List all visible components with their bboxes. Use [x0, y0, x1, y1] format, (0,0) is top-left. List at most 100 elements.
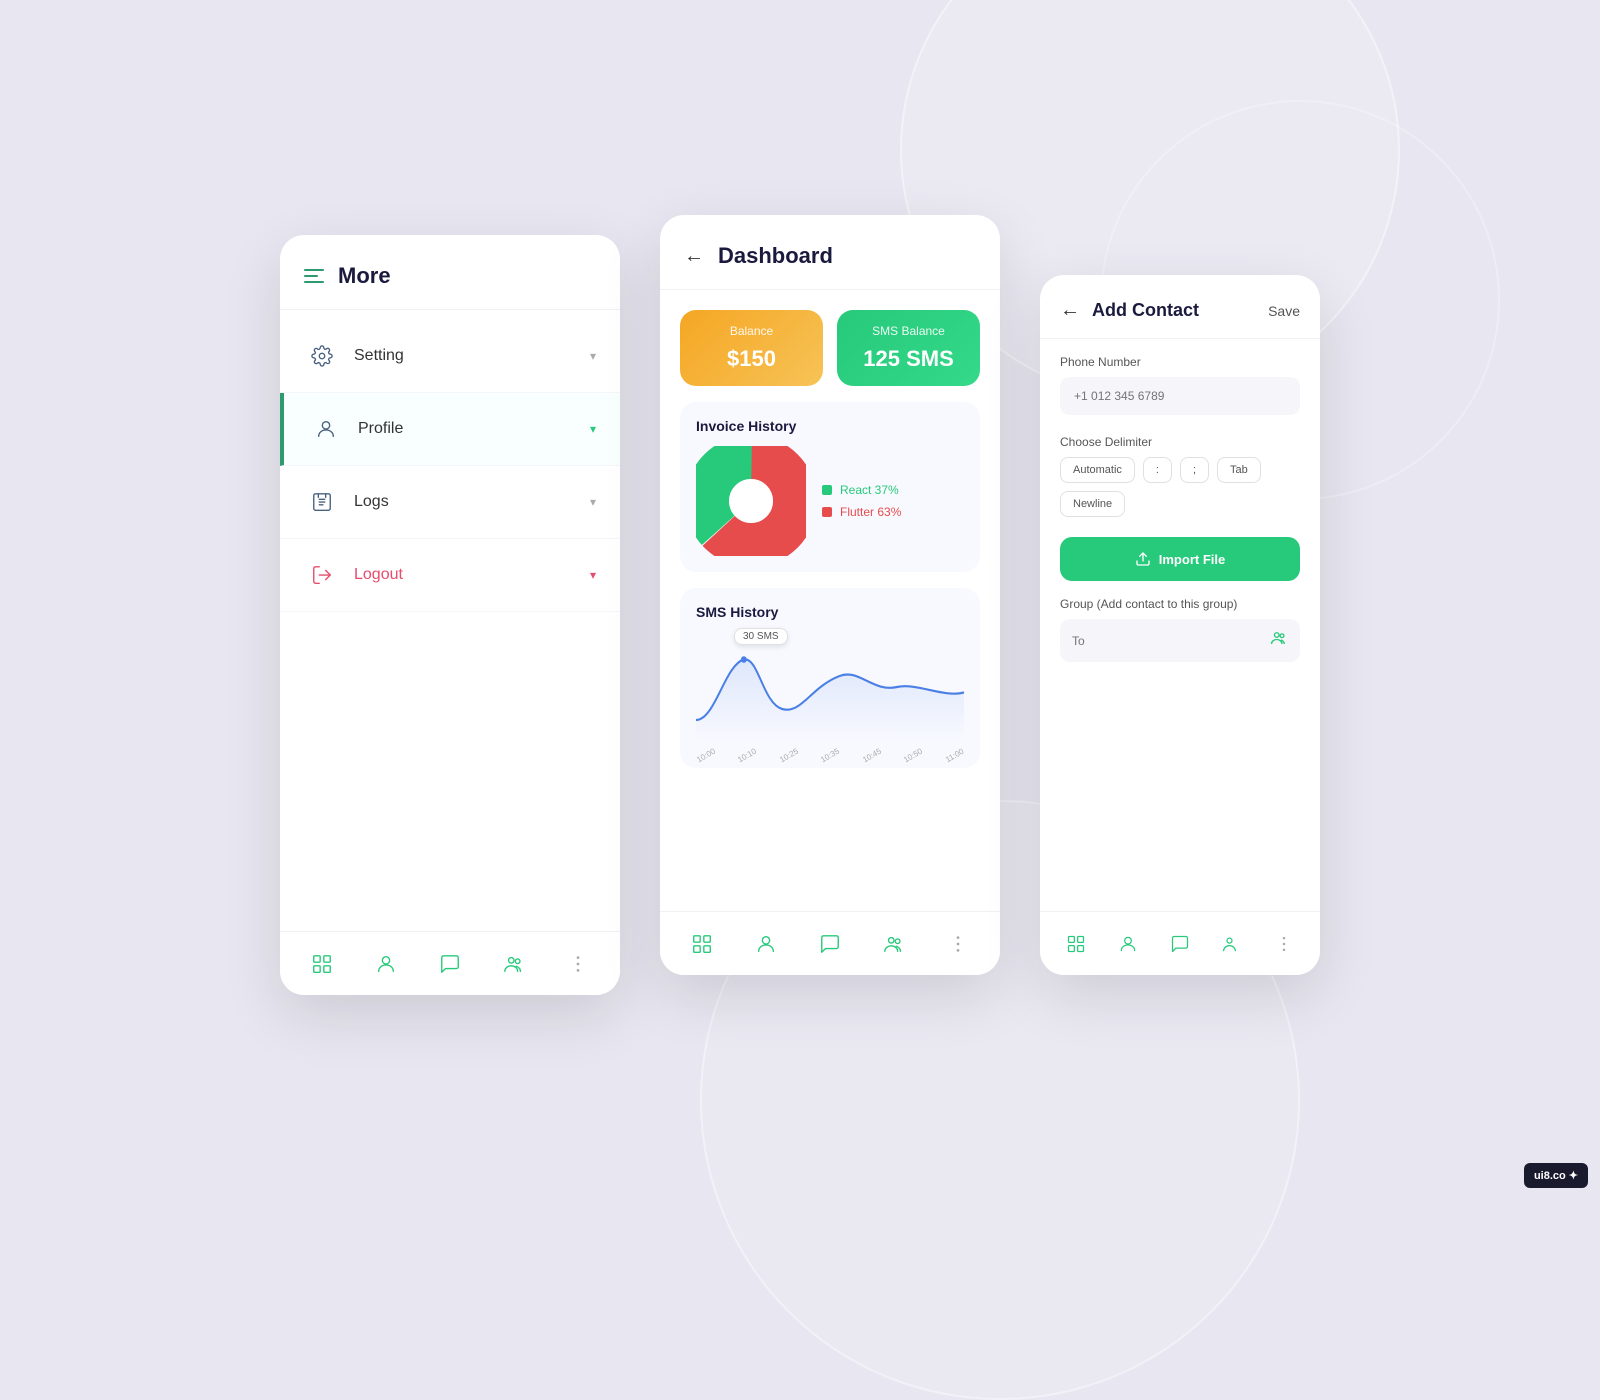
nav-chat-contact[interactable] — [1162, 926, 1198, 962]
back-arrow-dashboard[interactable]: ← — [684, 245, 704, 268]
nav-chat-dash[interactable] — [811, 925, 849, 963]
bottom-nav-contact — [1040, 911, 1320, 975]
legend-flutter: Flutter 63% — [822, 505, 901, 519]
setting-chevron: ▾ — [590, 349, 596, 363]
nav-person-dash[interactable] — [747, 925, 785, 963]
gear-icon — [304, 338, 340, 374]
group-input[interactable] — [1072, 634, 1270, 648]
legend-react-label: React 37% — [840, 483, 899, 497]
legend-dot-flutter — [822, 507, 832, 517]
contact-body: Phone Number Choose Delimiter Automatic … — [1040, 339, 1320, 698]
logout-icon — [304, 557, 340, 593]
delimiter-colon[interactable]: : — [1143, 457, 1172, 483]
group-label: Group (Add contact to this group) — [1060, 597, 1300, 611]
x-label-5: 10:45 — [861, 747, 883, 765]
setting-label: Setting — [354, 347, 590, 365]
watermark: ui8.co ✦ — [1524, 1163, 1588, 1188]
nav-grid-dash[interactable] — [683, 925, 721, 963]
legend-react: React 37% — [822, 483, 901, 497]
bottom-nav-dashboard — [660, 911, 1000, 975]
nav-grid[interactable] — [303, 945, 341, 983]
sms-section: SMS History 30 SMS — [680, 588, 980, 768]
balance-cards: Balance $150 SMS Balance 125 SMS — [660, 290, 1000, 402]
nav-more-contact[interactable] — [1266, 926, 1302, 962]
sms-balance-card: SMS Balance 125 SMS — [837, 310, 980, 386]
line-chart — [696, 632, 964, 742]
nav-chat[interactable] — [431, 945, 469, 983]
nav-more-dash[interactable] — [939, 925, 977, 963]
delimiter-automatic[interactable]: Automatic — [1060, 457, 1135, 483]
group-input-row — [1060, 619, 1300, 662]
x-label-4: 10:35 — [819, 747, 841, 765]
phone-number-label: Phone Number — [1060, 355, 1300, 369]
profile-label: Profile — [358, 420, 590, 438]
more-title: More — [338, 263, 391, 289]
delimiter-newline[interactable]: Newline — [1060, 491, 1125, 517]
back-arrow-contact[interactable]: ← — [1060, 299, 1080, 322]
sms-badge: 30 SMS — [734, 628, 788, 645]
x-label-1: 10:00 — [695, 747, 717, 765]
import-label: Import File — [1159, 552, 1225, 567]
contact-header-left: ← Add Contact — [1060, 299, 1199, 322]
nav-more-dots[interactable] — [559, 945, 597, 983]
menu-list: Setting ▾ Profile ▾ — [280, 310, 620, 622]
screen-dashboard: ← Dashboard Balance $150 SMS Balance 125… — [660, 215, 1000, 975]
screens-container: More Setting ▾ — [280, 235, 1320, 995]
profile-chevron: ▾ — [590, 422, 596, 436]
nav-group[interactable] — [495, 945, 533, 983]
more-header: More — [280, 235, 620, 310]
phone-number-group: Phone Number — [1060, 355, 1300, 415]
sms-balance-value: 125 SMS — [853, 346, 964, 372]
x-axis: 10:00 10:10 10:25 10:35 10:45 10:50 11:0… — [696, 747, 964, 760]
profile-icon — [308, 411, 344, 447]
invoice-title: Invoice History — [696, 418, 964, 434]
logs-chevron: ▾ — [590, 495, 596, 509]
nav-person[interactable] — [367, 945, 405, 983]
menu-item-setting[interactable]: Setting ▾ — [280, 320, 620, 393]
logout-label: Logout — [354, 566, 590, 584]
dashboard-header: ← Dashboard — [660, 215, 1000, 290]
nav-group-contact[interactable] — [1214, 926, 1250, 962]
balance-label: Balance — [696, 324, 807, 338]
import-file-button[interactable]: Import File — [1060, 537, 1300, 581]
contact-title: Add Contact — [1092, 300, 1199, 321]
contact-header: ← Add Contact Save — [1040, 275, 1320, 339]
logout-chevron: ▾ — [590, 568, 596, 582]
logs-icon — [304, 484, 340, 520]
sms-balance-label: SMS Balance — [853, 324, 964, 338]
balance-value: $150 — [696, 346, 807, 372]
menu-item-logout[interactable]: Logout ▾ — [280, 539, 620, 612]
invoice-content: React 37% Flutter 63% — [696, 446, 964, 556]
hamburger-icon[interactable] — [304, 269, 324, 283]
legend-flutter-label: Flutter 63% — [840, 505, 901, 519]
delimiter-options: Automatic : ; Tab Newline — [1060, 457, 1300, 517]
delimiter-group: Choose Delimiter Automatic : ; Tab Newli… — [1060, 435, 1300, 517]
sms-chart: 30 SMS 10:00 — [696, 632, 964, 752]
phone-number-input[interactable] — [1060, 377, 1300, 415]
x-label-6: 10:50 — [902, 747, 924, 765]
invoice-section: Invoice History React 37% Fl — [680, 402, 980, 572]
menu-item-profile[interactable]: Profile ▾ — [280, 393, 620, 466]
import-icon — [1135, 551, 1151, 567]
legend: React 37% Flutter 63% — [822, 483, 901, 519]
delimiter-semicolon[interactable]: ; — [1180, 457, 1209, 483]
x-label-2: 10:10 — [737, 747, 759, 765]
pie-chart — [696, 446, 806, 556]
screen-contact: ← Add Contact Save Phone Number Choose D… — [1040, 275, 1320, 975]
screen-more: More Setting ▾ — [280, 235, 620, 995]
dashboard-title: Dashboard — [718, 243, 833, 269]
group-field-group: Group (Add contact to this group) — [1060, 597, 1300, 662]
balance-card: Balance $150 — [680, 310, 823, 386]
delimiter-tab[interactable]: Tab — [1217, 457, 1261, 483]
menu-item-logs[interactable]: Logs ▾ — [280, 466, 620, 539]
nav-person-contact[interactable] — [1110, 926, 1146, 962]
nav-grid-contact[interactable] — [1058, 926, 1094, 962]
x-label-7: 11:00 — [944, 747, 965, 765]
legend-dot-react — [822, 485, 832, 495]
nav-group-dash[interactable] — [875, 925, 913, 963]
x-label-3: 10:25 — [778, 747, 800, 765]
sms-title: SMS History — [696, 604, 964, 620]
bottom-nav-more — [280, 931, 620, 995]
logs-label: Logs — [354, 493, 590, 511]
save-button[interactable]: Save — [1268, 303, 1300, 319]
